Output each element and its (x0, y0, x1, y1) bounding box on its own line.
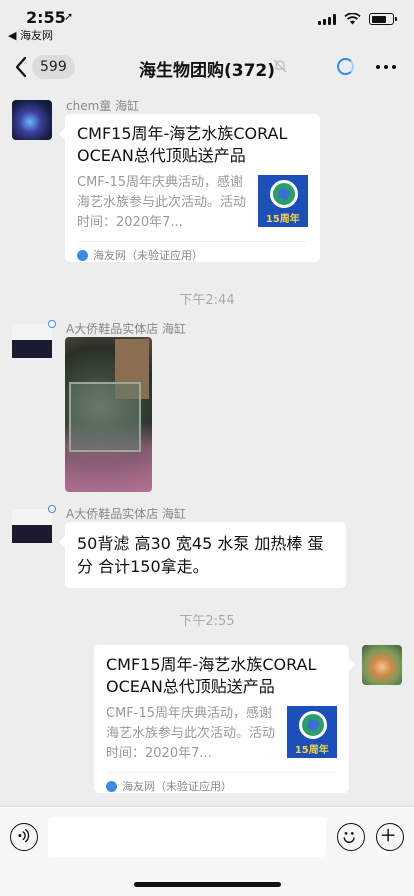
thumbnail-badge: 15周年 (265, 214, 300, 225)
voice-input-icon[interactable] (10, 823, 38, 851)
card-title: CMF15周年-海艺水族CORAL OCEAN总代顶贴送产品 (77, 124, 288, 165)
add-plus-icon[interactable] (376, 823, 404, 851)
card-source: 海友网（未验证应用） (77, 241, 308, 263)
location-arrow-icon: ➚ (64, 10, 74, 23)
message-input[interactable] (48, 817, 326, 857)
card-description: CMF-15周年庆典活动，感谢海艺水族参与此次活动。活动时间：2020年7... (77, 175, 247, 230)
status-bar: 2:55 ➚ ◀ 海友网 (0, 0, 414, 44)
card-source-label: 海友网（未验证应用） (122, 780, 232, 793)
aquarium-photo[interactable] (65, 337, 152, 492)
more-options-icon[interactable] (376, 65, 396, 69)
emoji-icon[interactable] (337, 823, 365, 851)
online-status-icon (48, 505, 56, 513)
text-message[interactable]: 50背滤 高30 宽45 水泵 加热棒 蛋分 合计150拿走。 (59, 522, 346, 588)
wifi-icon (344, 13, 361, 25)
thumbnail-badge: 15周年 (294, 745, 329, 756)
sender-name: A大侨鞋品实体店 海缸 (66, 322, 187, 336)
app-logo-icon (77, 249, 88, 261)
my-avatar[interactable] (362, 645, 402, 685)
card-title: CMF15周年-海艺水族CORAL OCEAN总代顶贴送产品 (106, 655, 317, 696)
cellular-signal-icon (318, 13, 336, 25)
card-thumbnail: 15周年 (257, 175, 308, 227)
avatar[interactable] (12, 100, 52, 140)
card-source-label: 海友网（未验证应用） (93, 249, 203, 262)
card-source: 海友网（未验证应用） (106, 772, 337, 794)
link-card[interactable]: CMF15周年-海艺水族CORAL OCEAN总代顶贴送产品 CMF-15周年庆… (59, 114, 320, 263)
avatar[interactable] (12, 324, 52, 364)
sender-name: A大侨鞋品实体店 海缸 (66, 507, 187, 521)
timestamp: 下午2:44 (179, 293, 235, 308)
timestamp: 下午2:55 (179, 614, 235, 629)
app-logo-icon (106, 780, 117, 792)
online-status-icon (48, 320, 56, 328)
battery-icon (369, 13, 397, 25)
avatar[interactable] (12, 509, 52, 549)
card-description: CMF-15周年庆典活动，感谢海艺水族参与此次活动。活动时间：2020年7... (106, 706, 276, 761)
home-indicator (134, 882, 281, 887)
status-time: 2:55 (26, 8, 66, 27)
mute-bell-icon (273, 59, 287, 73)
card-thumbnail: 15周年 (286, 706, 337, 758)
chat-header: 599 海生物团购(372) (0, 44, 414, 90)
link-card[interactable]: CMF15周年-海艺水族CORAL OCEAN总代顶贴送产品 CMF-15周年庆… (94, 645, 355, 794)
loading-circle-icon (337, 58, 354, 75)
back-to-app-link[interactable]: ◀ 海友网 (8, 27, 53, 43)
sender-name: chem童 海缸 (66, 99, 140, 113)
